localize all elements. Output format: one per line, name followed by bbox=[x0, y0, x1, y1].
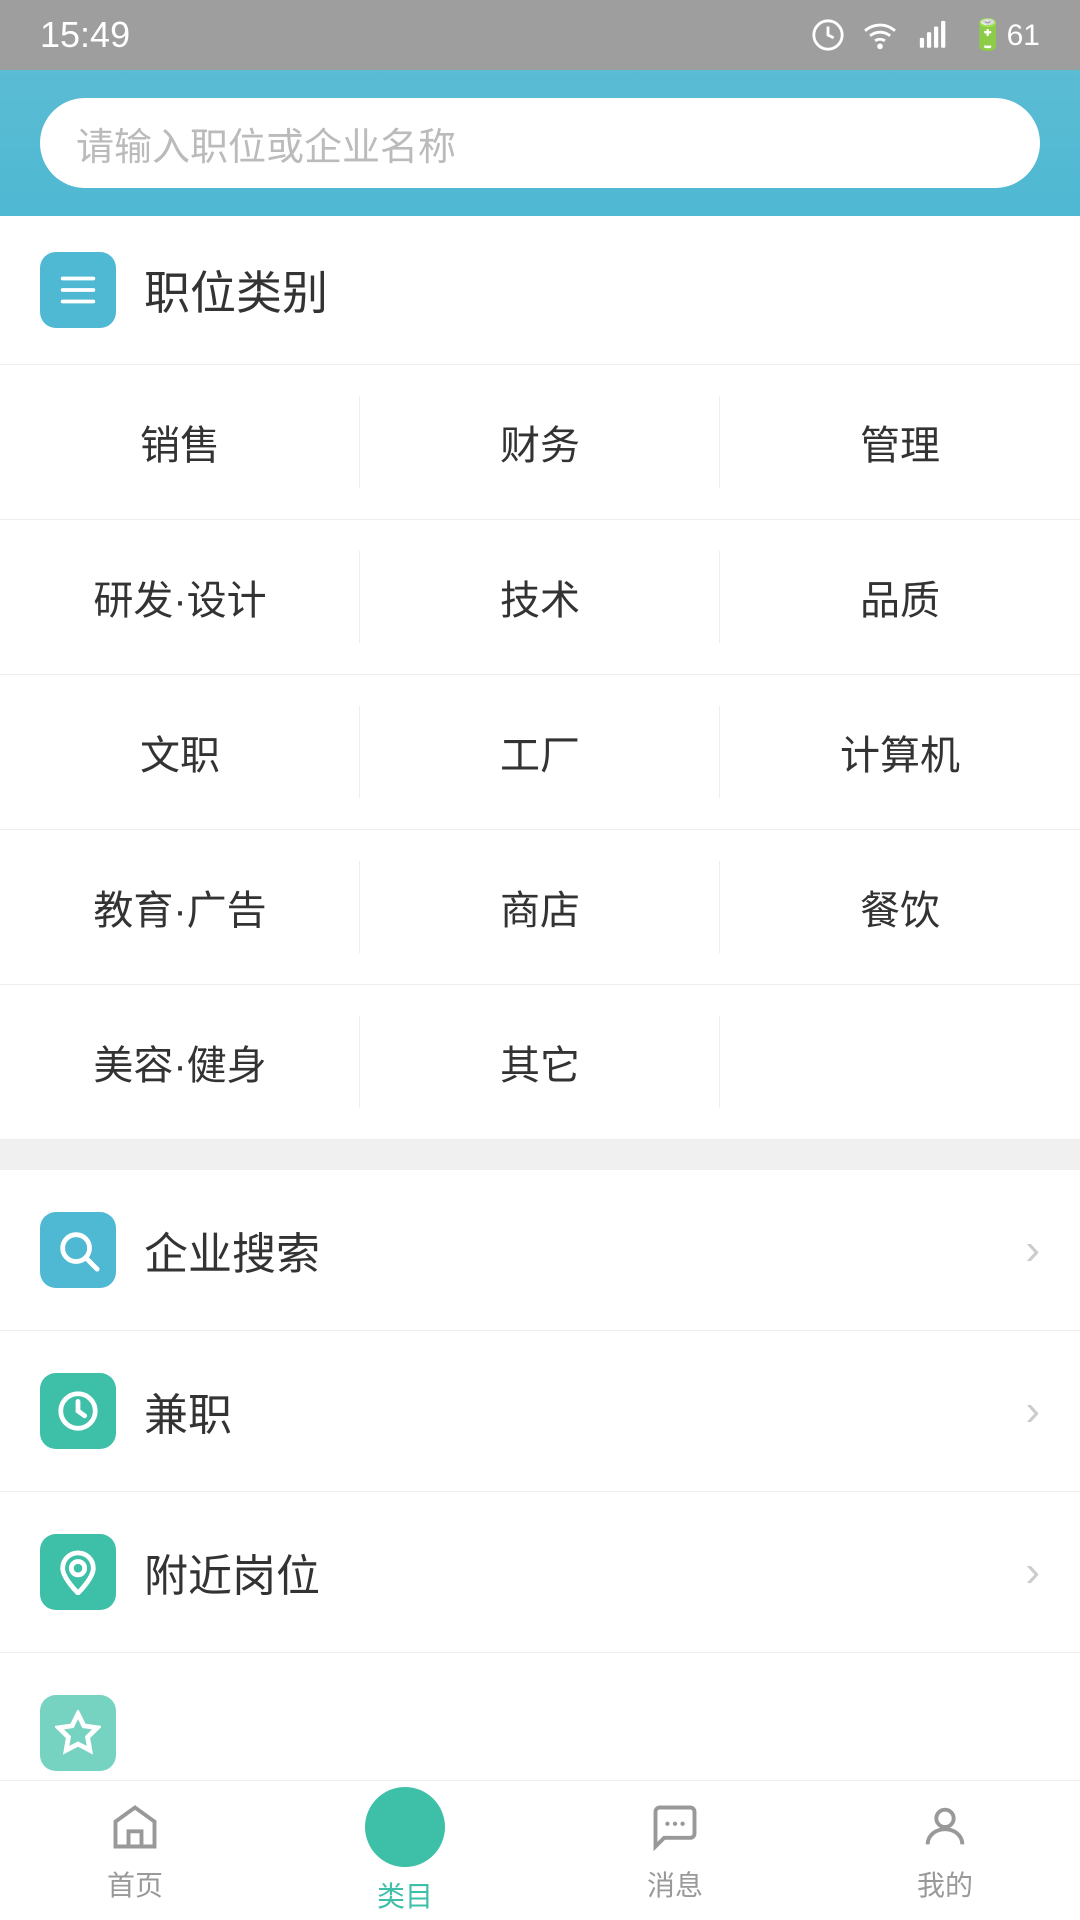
category-item-rd[interactable]: 研发·设计 bbox=[0, 520, 360, 674]
search-header: 请输入职位或企业名称 bbox=[0, 70, 1080, 216]
clock-icon bbox=[55, 1388, 101, 1434]
nav-item-home[interactable]: 首页 bbox=[0, 1781, 270, 1920]
category-grid: 销售 财务 管理 研发·设计 技术 品质 文职 工厂 计算机 bbox=[0, 365, 1080, 1140]
category-item-food[interactable]: 餐饮 bbox=[720, 830, 1080, 984]
category-item-clerical[interactable]: 文职 bbox=[0, 675, 360, 829]
category-item-education[interactable]: 教育·广告 bbox=[0, 830, 360, 984]
category-item-computer[interactable]: 计算机 bbox=[720, 675, 1080, 829]
category-item-other[interactable]: 其它 bbox=[360, 985, 720, 1139]
clock-icon bbox=[811, 18, 845, 52]
nav-label-category: 类目 bbox=[377, 1875, 433, 1915]
bottom-navigation: 首页 类目 消息 bbox=[0, 1780, 1080, 1920]
category-row-1: 销售 财务 管理 bbox=[0, 365, 1080, 520]
location-icon bbox=[55, 1549, 101, 1595]
list-item-parttime[interactable]: 兼职 › bbox=[0, 1331, 1080, 1492]
category-item-quality[interactable]: 品质 bbox=[720, 520, 1080, 674]
menu-icon bbox=[382, 1804, 428, 1850]
category-item-management[interactable]: 管理 bbox=[720, 365, 1080, 519]
category-row-3: 文职 工厂 计算机 bbox=[0, 675, 1080, 830]
status-icons: 🔋61 bbox=[811, 18, 1040, 53]
category-item-beauty[interactable]: 美容·健身 bbox=[0, 985, 360, 1139]
category-section-header: 职位类别 bbox=[0, 216, 1080, 365]
nearby-icon-bg bbox=[40, 1534, 116, 1610]
message-icon bbox=[646, 1798, 704, 1856]
category-section-title: 职位类别 bbox=[144, 257, 328, 323]
nav-label-profile: 我的 bbox=[917, 1864, 973, 1904]
category-section-icon bbox=[40, 252, 116, 328]
partial-icon-bg bbox=[40, 1695, 116, 1771]
category-row-4: 教育·广告 商店 餐饮 bbox=[0, 830, 1080, 985]
parttime-arrow: › bbox=[1025, 1386, 1040, 1436]
search-input-placeholder: 请输入职位或企业名称 bbox=[76, 116, 456, 171]
signal-icon bbox=[915, 18, 953, 52]
home-icon bbox=[106, 1798, 164, 1856]
list-item-nearby[interactable]: 附近岗位 › bbox=[0, 1492, 1080, 1653]
enterprise-search-label: 企业搜索 bbox=[144, 1218, 1025, 1282]
status-bar: 15:49 🔋61 bbox=[0, 0, 1080, 70]
nearby-arrow: › bbox=[1025, 1547, 1040, 1597]
category-row-2: 研发·设计 技术 品质 bbox=[0, 520, 1080, 675]
category-item-sales[interactable]: 销售 bbox=[0, 365, 360, 519]
battery-indicator: 🔋61 bbox=[969, 18, 1040, 53]
nav-label-message: 消息 bbox=[647, 1864, 703, 1904]
category-item-finance[interactable]: 财务 bbox=[360, 365, 720, 519]
category-active-icon bbox=[365, 1787, 445, 1867]
enterprise-search-arrow: › bbox=[1025, 1225, 1040, 1275]
list-icon bbox=[55, 267, 101, 313]
search-box[interactable]: 请输入职位或企业名称 bbox=[40, 98, 1040, 188]
star-icon bbox=[55, 1710, 101, 1756]
wifi-icon bbox=[861, 18, 899, 52]
section-separator bbox=[0, 1140, 1080, 1170]
nav-label-home: 首页 bbox=[107, 1864, 163, 1904]
nearby-label: 附近岗位 bbox=[144, 1540, 1025, 1604]
profile-icon bbox=[916, 1798, 974, 1856]
category-item-shop[interactable]: 商店 bbox=[360, 830, 720, 984]
list-section: 企业搜索 › 兼职 › 附近岗位 › bbox=[0, 1170, 1080, 1814]
search-icon bbox=[55, 1227, 101, 1273]
category-item-tech[interactable]: 技术 bbox=[360, 520, 720, 674]
nav-item-profile[interactable]: 我的 bbox=[810, 1781, 1080, 1920]
list-item-enterprise[interactable]: 企业搜索 › bbox=[0, 1170, 1080, 1331]
enterprise-search-icon-bg bbox=[40, 1212, 116, 1288]
parttime-icon-bg bbox=[40, 1373, 116, 1449]
parttime-label: 兼职 bbox=[144, 1379, 1025, 1443]
category-item-factory[interactable]: 工厂 bbox=[360, 675, 720, 829]
nav-item-message[interactable]: 消息 bbox=[540, 1781, 810, 1920]
category-row-5: 美容·健身 其它 bbox=[0, 985, 1080, 1140]
nav-item-category[interactable]: 类目 bbox=[270, 1781, 540, 1920]
status-time: 15:49 bbox=[40, 14, 130, 56]
